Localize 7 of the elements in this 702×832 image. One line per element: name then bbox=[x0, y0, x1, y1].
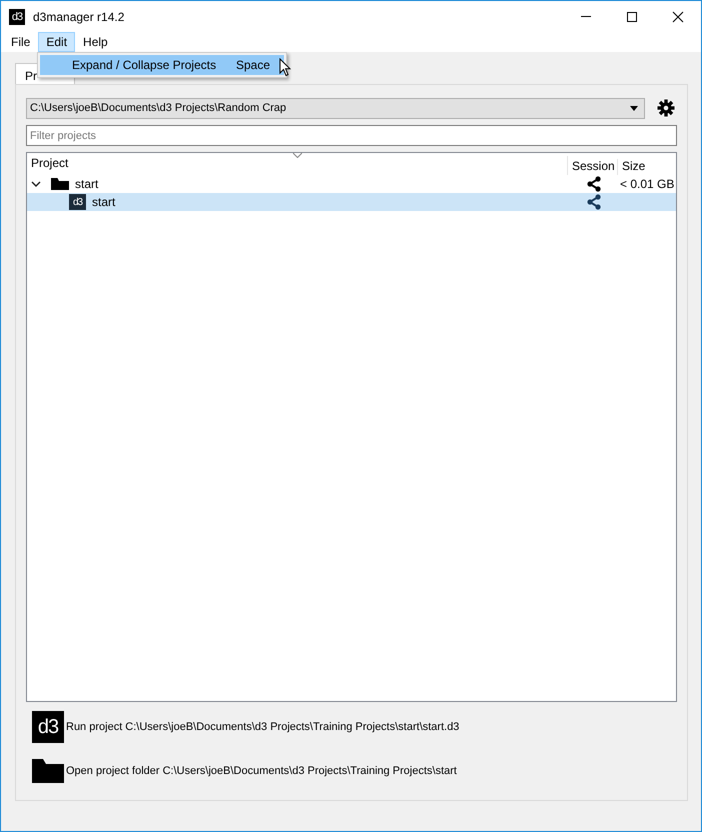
project-name: start bbox=[92, 195, 116, 209]
app-logo: d3 bbox=[9, 8, 25, 24]
project-name: start bbox=[75, 177, 98, 191]
size-value: < 0.01 GB bbox=[620, 177, 674, 191]
window-title: d3manager r14.2 bbox=[33, 10, 124, 24]
d3-logo-icon: d3 bbox=[32, 711, 64, 743]
project-icon: d3 bbox=[69, 194, 86, 210]
